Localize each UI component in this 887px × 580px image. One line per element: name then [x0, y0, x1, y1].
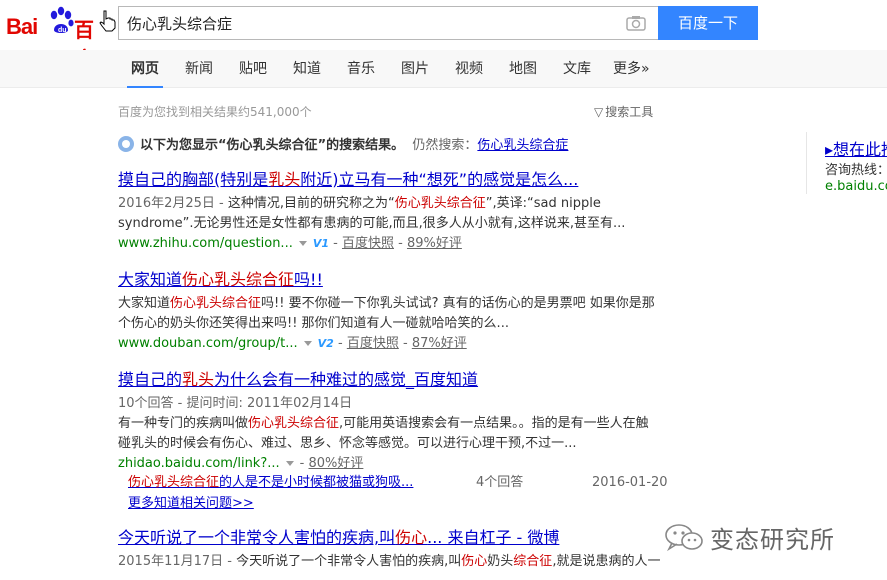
abstract-text: 奶头 — [487, 554, 514, 569]
abstract-highlight: 综合征 — [513, 554, 553, 569]
tab-bar: 网页 新闻 贴吧 知道 音乐 图片 视频 地图 文库 更多» — [0, 50, 887, 88]
search-result: 今天听说了一个非常令人害怕的疾病,叫伤心... 来自杠子 - 微博 2015年1… — [118, 527, 661, 572]
result-title-link[interactable]: 今天听说了一个非常令人害怕的疾病,叫伤心... 来自杠子 - 微博 — [118, 527, 658, 549]
search-input[interactable] — [119, 7, 619, 39]
still-search-label: 仍然搜索： — [412, 138, 478, 153]
abstract-text: 有一种专门的疾病叫做 — [118, 416, 249, 431]
header: Bai du 百度 百度一下 — [0, 0, 887, 71]
result-url[interactable]: www.zhihu.com/question... — [118, 236, 293, 251]
search-button[interactable]: 百度一下 — [658, 6, 758, 40]
watermark-text: 变态研究所 — [710, 526, 835, 554]
dropdown-arrow-icon[interactable] — [298, 240, 307, 246]
rating-link[interactable]: 89%好评 — [407, 236, 462, 251]
original-query-link[interactable]: 伤心乳头综合症 — [477, 138, 568, 153]
result-date: 2016年2月25日 - — [118, 196, 228, 211]
result-url[interactable]: www.douban.com/group/t... — [118, 336, 298, 351]
wechat-icon — [665, 524, 703, 552]
tab-video[interactable]: 视频 — [455, 50, 483, 88]
abstract-text: 大家知道 — [118, 296, 171, 311]
related-question-link[interactable]: 伤心乳头综合征的人是不是小时候都被猫或狗吸... — [128, 474, 413, 492]
search-result: 摸自己的胸部(特别是乳头附近)立马有一种“想死”的感觉是怎么... 2016年2… — [118, 169, 658, 254]
abstract-highlight: 伤心乳头综合征 — [394, 196, 486, 211]
tab-zhidao[interactable]: 知道 — [293, 50, 321, 88]
hand-cursor-icon — [99, 10, 116, 32]
side-ad-url[interactable]: e.baidu.co — [825, 179, 887, 194]
search-result: 大家知道伤心乳头综合征吗!! 大家知道伤心乳头综合征吗!! 要不你碰一下你乳头试… — [118, 269, 658, 354]
question-text: 的人是不是小时候都被猫或狗吸... — [219, 475, 414, 490]
tab-music[interactable]: 音乐 — [347, 50, 375, 88]
answer-count: 4个回答 — [476, 475, 524, 490]
title-text: 为什么会有一种难过的感觉_百度知道 — [214, 370, 479, 389]
result-title-link[interactable]: 大家知道伤心乳头综合征吗!! — [118, 269, 658, 291]
rating-link[interactable]: 87%好评 — [412, 336, 467, 351]
abstract-highlight: 伤心乳头综合征 — [170, 296, 262, 311]
snapshot-link[interactable]: 百度快照 — [342, 236, 394, 251]
rating-link[interactable]: 80%好评 — [308, 456, 363, 471]
tab-map[interactable]: 地图 — [509, 50, 537, 88]
side-ad-hotline: 咨询热线： — [825, 163, 887, 178]
result-count: 百度为您找到相关结果约541,000个 — [118, 105, 312, 119]
dropdown-arrow-icon[interactable] — [285, 460, 294, 466]
result-meta: 10个回答 - 提问时间: 2011年02月14日 — [118, 396, 353, 411]
result-url-row: www.douban.com/group/t... V2 - 百度快照 - 87%… — [118, 336, 467, 351]
filter-icon: ▽ — [594, 105, 604, 119]
abstract-text: ,就是说患病的人一 — [552, 554, 661, 569]
correction-notice: 以下为您显示“伤心乳头综合征”的搜索结果。 仍然搜索：伤心乳头综合症 — [118, 134, 678, 153]
tab-images[interactable]: 图片 — [401, 50, 429, 88]
logo-text-bai: Bai — [6, 14, 38, 39]
title-text: 摸自己的胸部(特别是 — [118, 170, 269, 189]
result-url-row: www.zhihu.com/question... V1 - 百度快照 - 89%… — [118, 236, 462, 251]
result-abstract: 有一种专门的疾病叫做伤心乳头综合征,可能用英语搜索会有一点结果。。指的是有一些人… — [118, 414, 658, 454]
v-badge[interactable]: V1 — [313, 237, 329, 250]
search-result: 摸自己的乳头为什么会有一种难过的感觉_百度知道 10个回答 - 提问时间: 20… — [118, 369, 668, 511]
question-highlight: 伤心乳头综合征 — [128, 475, 220, 490]
title-text: 摸自己的 — [118, 370, 183, 389]
result-date: 2015年11月17日 - — [118, 554, 237, 569]
result-title-link[interactable]: 摸自己的乳头为什么会有一种难过的感觉_百度知道 — [118, 369, 658, 391]
title-text: 今天听说了一个非常令人害怕的疾病,叫 — [118, 528, 396, 547]
correction-term: 伤心乳头综合征 — [226, 138, 318, 153]
baidu-logo[interactable]: Bai du 百度 — [6, 4, 110, 71]
title-text: 吗!! — [294, 270, 323, 289]
search-tools-label: 搜索工具 — [605, 105, 654, 119]
correction-prefix: 以下为您显示“ — [140, 138, 227, 153]
paw-icon: du — [50, 6, 74, 34]
correction-mid: ”的搜索结果。 — [317, 138, 405, 153]
result-abstract: 大家知道伤心乳头综合征吗!! 要不你碰一下你乳头试试? 真有的话伤心的是男票吧 … — [118, 294, 658, 334]
tab-wenku[interactable]: 文库 — [563, 50, 591, 88]
search-tools[interactable]: ▽ 搜索工具 — [594, 103, 653, 120]
tab-tieba[interactable]: 贴吧 — [239, 50, 267, 88]
v-badge[interactable]: V2 — [318, 337, 334, 350]
result-url[interactable]: zhidao.baidu.com/link?... — [118, 456, 280, 471]
title-highlight: 乳头 — [182, 370, 215, 389]
result-url-row: zhidao.baidu.com/link?... - 80%好评 — [118, 456, 364, 471]
abstract-highlight: 伤心 — [461, 554, 488, 569]
paw-info-icon — [118, 136, 134, 152]
result-abstract: 2016年2月25日 - 这种情况,目前的研究称之为“伤心乳头综合征”,英译:“… — [118, 194, 658, 234]
related-question-row: 伤心乳头综合征的人是不是小时候都被猫或狗吸... 4个回答 2016-01-20 — [118, 474, 668, 492]
title-highlight: 伤心 — [395, 528, 428, 547]
more-questions-link[interactable]: 更多知道相关问题>> — [128, 492, 658, 511]
title-highlight: 乳头 — [268, 170, 301, 189]
abstract-text: 这种情况,目前的研究称之为“ — [227, 196, 395, 211]
camera-icon[interactable] — [626, 15, 646, 31]
side-ad-title-link[interactable]: ▸想在此推 — [825, 136, 887, 160]
abstract-highlight: 伤心乳头综合征 — [248, 416, 340, 431]
title-text: ... 来自杠子 - 微博 — [427, 528, 560, 547]
tab-news[interactable]: 新闻 — [185, 50, 213, 88]
result-title-link[interactable]: 摸自己的胸部(特别是乳头附近)立马有一种“想死”的感觉是怎么... — [118, 169, 658, 191]
dropdown-arrow-icon[interactable] — [303, 340, 312, 346]
title-highlight: 伤心乳头综合征 — [182, 270, 295, 289]
side-divider — [806, 132, 807, 194]
question-date: 2016-01-20 — [592, 475, 668, 490]
snapshot-link[interactable]: 百度快照 — [347, 336, 399, 351]
tab-more[interactable]: 更多» — [613, 50, 650, 88]
tab-web[interactable]: 网页 — [127, 50, 163, 88]
title-text: 大家知道 — [118, 270, 183, 289]
title-text: 附近)立马有一种“想死”的感觉是怎么... — [300, 170, 579, 189]
search-box — [118, 6, 658, 40]
abstract-text: 今天听说了一个非常令人害怕的疾病,叫 — [236, 554, 462, 569]
svg-text:du: du — [58, 27, 67, 34]
result-abstract: 2015年11月17日 - 今天听说了一个非常令人害怕的疾病,叫伤心奶头综合征,… — [118, 552, 661, 572]
